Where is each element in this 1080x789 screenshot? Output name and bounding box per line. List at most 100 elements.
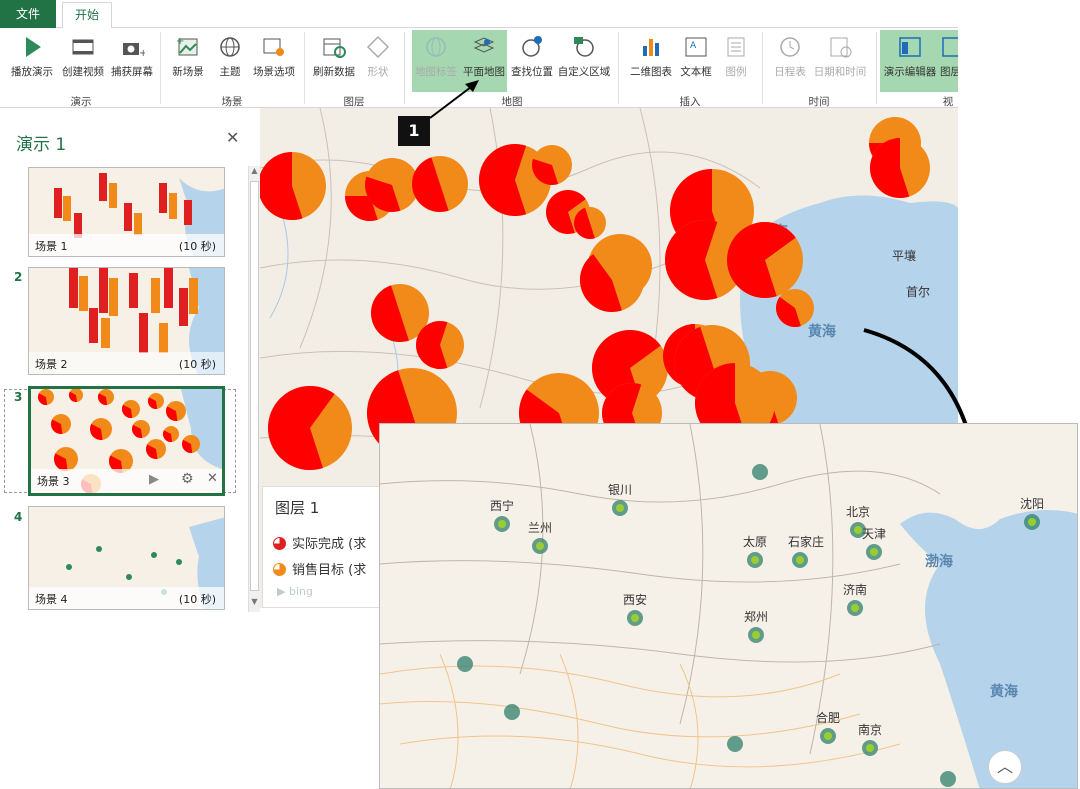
scene-thumb-2[interactable]: 场景 2 (10 秒)	[28, 267, 225, 375]
play-tour-label: 播放演示	[11, 66, 53, 78]
new-scene-button[interactable]: + 新场景	[166, 32, 210, 92]
datetime-button[interactable]: 日期和时间	[812, 32, 868, 92]
city-label: 郑州	[744, 609, 768, 624]
group-layer: 图层	[343, 96, 365, 108]
pie-icon-target	[273, 563, 286, 576]
layer-item-actual[interactable]: 实际完成 (求	[273, 533, 366, 552]
tab-file[interactable]: 文件	[0, 0, 56, 28]
chevron-up-icon: ︿	[996, 757, 1013, 776]
play-scene-icon[interactable]: ▶	[149, 472, 159, 487]
city-marker-core	[752, 631, 760, 639]
yellow-sea-label: 黄海	[808, 323, 836, 340]
separator	[876, 32, 877, 104]
tour-editor-label: 演示编辑器	[883, 66, 937, 78]
timeline-button[interactable]: 日程表	[770, 32, 810, 92]
shape-label: 形状	[367, 66, 389, 78]
legend-label: 图例	[725, 66, 747, 78]
scene-options-button[interactable]: 场景选项	[250, 32, 298, 92]
scroll-down-arrow[interactable]: ▼	[249, 597, 260, 606]
scene-thumb-3[interactable]: 场景 3 ▶ ⚙ ✕	[28, 386, 225, 496]
callout-badge: 1	[398, 116, 430, 146]
ribbon-tabs: 文件 开始	[0, 0, 958, 29]
capture-screen-button[interactable]: + 捕获屏幕	[108, 32, 156, 92]
create-video-label: 创建视频	[62, 66, 104, 78]
tour-scrollbar[interactable]: ▲ ▼	[248, 166, 260, 612]
scroll-thumb[interactable]	[250, 181, 259, 591]
play-tour-button[interactable]: 播放演示	[6, 32, 58, 92]
scene-thumb-4[interactable]: 场景 4 (10 秒)	[28, 506, 225, 610]
city-marker[interactable]	[457, 656, 473, 672]
city-label: 合肥	[816, 710, 840, 725]
pyongyang-label: 平壤	[892, 248, 916, 263]
textbox-icon: A	[685, 37, 707, 57]
bing-logo: ▶ bing	[277, 585, 313, 598]
inset-bohai-label: 渤海	[925, 553, 953, 570]
find-location-button[interactable]: 查找位置	[508, 32, 556, 92]
refresh-data-button[interactable]: 刷新数据	[310, 32, 358, 92]
gear-icon[interactable]: ⚙	[181, 471, 194, 487]
city-marker-core	[751, 556, 759, 564]
datetime-label: 日期和时间	[813, 66, 867, 78]
layer-legend[interactable]: 图层 1 实际完成 (求 销售目标 (求 ▶ bing	[262, 486, 380, 608]
city-label: 石家庄	[788, 534, 824, 549]
layer-item-target-label: 销售目标 (求	[292, 563, 367, 578]
layer-item-target[interactable]: 销售目标 (求	[273, 559, 366, 578]
tour-editor-icon	[899, 37, 921, 57]
scene-2-caption: 场景 2 (10 秒)	[29, 352, 224, 374]
scroll-top-button[interactable]: ︿	[988, 750, 1022, 784]
scene-options-icon	[263, 38, 284, 56]
group-tour: 演示	[70, 96, 92, 108]
city-marker[interactable]	[727, 736, 743, 752]
legend-button[interactable]: 图例	[718, 32, 754, 92]
city-marker-core	[870, 548, 878, 556]
textbox-button[interactable]: A 文本框	[678, 32, 714, 92]
separator	[160, 32, 161, 104]
delete-scene-icon[interactable]: ✕	[207, 471, 218, 486]
city-label: 西安	[623, 592, 647, 607]
seoul-label: 首尔	[906, 284, 930, 299]
separator	[762, 32, 763, 104]
scene-thumb-1[interactable]: 场景 1 (10 秒)	[28, 167, 225, 257]
camera-icon: +	[123, 43, 145, 59]
clock-icon	[780, 37, 800, 57]
city-marker-core	[498, 520, 506, 528]
scroll-up-arrow[interactable]: ▲	[249, 166, 260, 175]
layer-pane-button[interactable]: 图层	[940, 32, 958, 92]
tab-home[interactable]: 开始	[62, 2, 112, 29]
city-marker-core	[824, 732, 832, 740]
find-location-label: 查找位置	[511, 66, 553, 78]
layer-title: 图层 1	[275, 499, 320, 517]
scene-3-caption: 场景 3 ▶ ⚙ ✕	[31, 469, 222, 493]
create-video-button[interactable]: 创建视频	[59, 32, 107, 92]
theme-button[interactable]: 主题	[212, 32, 248, 92]
layer-item-actual-label: 实际完成 (求	[292, 537, 367, 552]
close-panel-button[interactable]: ✕	[226, 128, 239, 147]
custom-region-button[interactable]: 自定义区域	[556, 32, 612, 92]
city-label: 南京	[858, 722, 882, 737]
globe-icon	[220, 37, 240, 57]
scene-4-number: 4	[14, 510, 23, 524]
tour-title: 演示 1	[16, 135, 67, 155]
custom-region-label: 自定义区域	[557, 66, 611, 78]
shape-button[interactable]: 形状	[360, 32, 396, 92]
new-scene-label: 新场景	[172, 66, 204, 78]
city-marker[interactable]	[752, 464, 768, 480]
bing-icon: ▶	[277, 585, 286, 598]
group-time: 时间	[808, 96, 830, 108]
city-label: 天津	[862, 527, 886, 541]
city-marker-core	[796, 556, 804, 564]
flat-map-inset[interactable]: 渤海 黄海 银川 西宁 兰州 太原 石家庄 北京 天津 沈阳 济南 西安 郑州 合肥 南京 ︿	[379, 423, 1078, 789]
svg-text:+: +	[176, 36, 184, 47]
svg-text:+: +	[139, 48, 145, 59]
tour-editor-button[interactable]: 演示编辑器	[882, 32, 938, 92]
city-marker[interactable]	[504, 704, 520, 720]
separator	[618, 32, 619, 104]
chart-2d-button[interactable]: 二维图表	[626, 32, 676, 92]
play-icon	[26, 37, 41, 57]
city-marker[interactable]	[940, 771, 956, 787]
callout-number: 1	[408, 121, 420, 140]
flat-map-label: 平面地图	[463, 66, 505, 78]
group-scene: 场景	[221, 96, 243, 108]
bar-chart-icon	[643, 39, 659, 56]
flat-map-canvas: 渤海 黄海 银川西宁兰州太原 石家庄 北京天津 沈阳济南西安郑州合肥南京	[380, 424, 1077, 788]
